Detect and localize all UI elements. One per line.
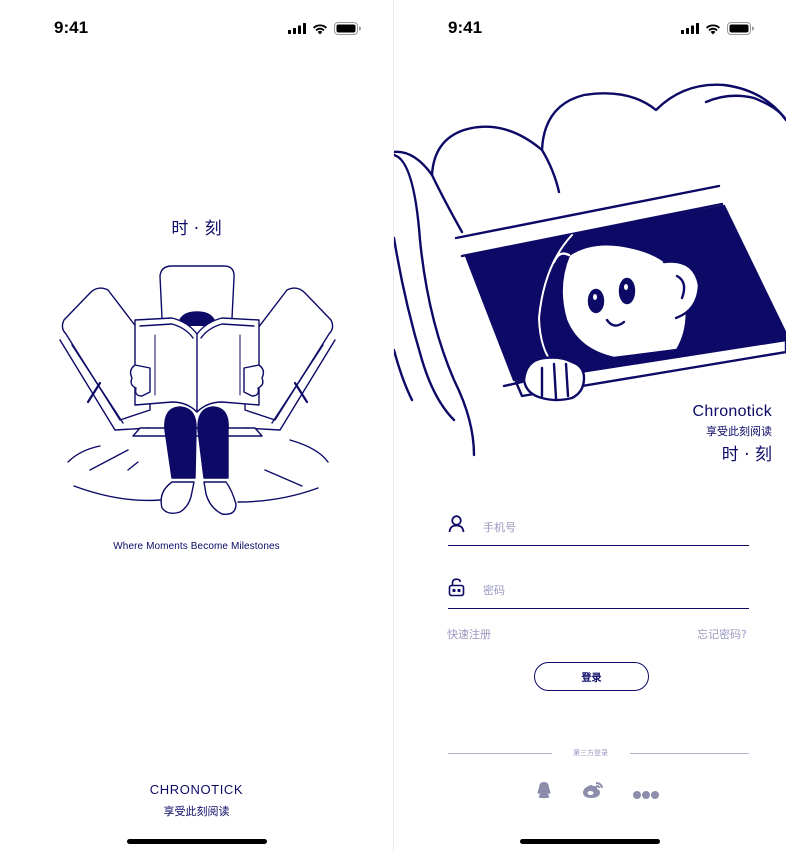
phone-field[interactable] [448, 511, 749, 546]
status-bar: 9:41 [394, 0, 786, 56]
login-brand-en: Chronotick [692, 403, 772, 420]
qq-icon [537, 782, 551, 799]
weibo-icon [582, 782, 603, 799]
weibo-login-button[interactable] [582, 781, 604, 804]
register-link[interactable]: 快速注册 [447, 626, 491, 642]
splash-brand: CHRONOTICK [149, 782, 244, 797]
status-icons [288, 22, 361, 35]
splash-title: 时 · 刻 [171, 219, 222, 239]
forgot-password-link[interactable]: 忘记密码? [697, 626, 747, 642]
status-time: 9:41 [448, 18, 483, 37]
status-bar: 9:41 [0, 0, 393, 56]
login-brand-cn: 时 · 刻 [721, 445, 772, 465]
home-indicator[interactable] [126, 839, 267, 844]
login-screen: 9:41 Chronotick 享受此刻阅读 时 · 刻 手机号 快速注册 忘记… [393, 0, 786, 852]
more-icon [633, 791, 659, 799]
wifi-icon [706, 23, 720, 34]
qq-login-button[interactable] [536, 781, 552, 804]
lock-icon [448, 578, 465, 597]
signal-icon [681, 23, 699, 34]
password-input[interactable] [481, 576, 745, 604]
battery-icon [727, 22, 754, 35]
home-indicator[interactable] [520, 839, 660, 844]
splash-slogan: 享受此刻阅读 [163, 805, 230, 818]
login-button[interactable]: 登录 [534, 662, 649, 691]
signal-icon [288, 23, 306, 34]
status-time: 9:41 [54, 18, 89, 37]
divider-right [630, 753, 749, 754]
wifi-icon [313, 23, 327, 34]
more-login-button[interactable] [632, 787, 660, 805]
user-icon [448, 515, 465, 533]
splash-screen: 9:41 时 · 刻 Where Moments Become Mileston… [0, 0, 393, 852]
reading-illustration [59, 265, 336, 515]
splash-tagline: Where Moments Become Milestones [113, 541, 280, 552]
battery-icon [334, 22, 361, 35]
login-brand-block: Chronotick 享受此刻阅读 时 · 刻 [693, 403, 772, 465]
login-brand-slogan: 享受此刻阅读 [706, 425, 772, 438]
status-icons [681, 22, 754, 35]
password-field[interactable] [448, 574, 749, 609]
phone-input[interactable] [481, 513, 745, 541]
